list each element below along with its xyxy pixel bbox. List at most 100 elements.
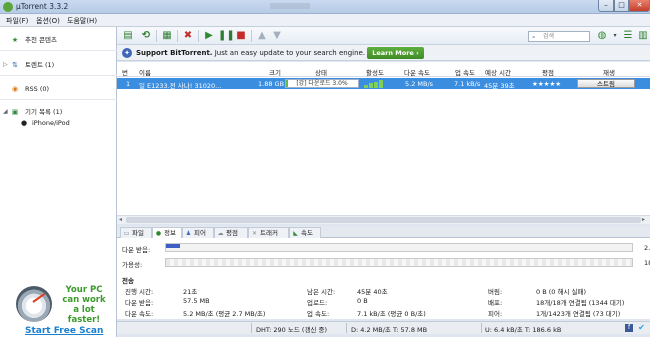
learn-more-button[interactable]: Learn More › bbox=[367, 47, 424, 59]
banner-body: Just an easy update to your search engin… bbox=[212, 49, 366, 57]
scroll-thumb[interactable] bbox=[126, 217, 641, 223]
column-eta[interactable]: 예상 시간 bbox=[485, 67, 511, 77]
column-health[interactable]: 활성도 bbox=[366, 67, 384, 77]
peers-value: 1개/1423개 연결됨 (73 대기) bbox=[536, 310, 621, 318]
torrent-list: 번 이름 크기 상태 활성도 다운 속도 업 속도 예상 시간 평점 재생 1 … bbox=[117, 62, 650, 215]
list-view-icon[interactable]: ☰ bbox=[622, 30, 634, 42]
create-torrent-icon[interactable]: ▦ bbox=[161, 30, 173, 42]
expand-icon[interactable]: ▷ bbox=[3, 59, 8, 71]
scroll-left-icon[interactable]: ◂ bbox=[119, 216, 122, 223]
list-header: 번 이름 크기 상태 활성도 다운 속도 업 속도 예상 시간 평점 재생 bbox=[117, 65, 650, 77]
upload-status[interactable]: U: 6.4 kB/초 T: 186.6 kB bbox=[485, 324, 561, 334]
speed-ad[interactable]: Your PC can work a lot faster! Start Fre… bbox=[8, 257, 112, 337]
column-status[interactable]: 상태 bbox=[315, 67, 327, 77]
column-down-speed[interactable]: 다운 속도 bbox=[404, 67, 430, 77]
start-icon[interactable]: ▶ bbox=[203, 30, 215, 42]
facebook-icon[interactable]: f bbox=[625, 324, 633, 332]
column-up-speed[interactable]: 업 속도 bbox=[455, 67, 475, 77]
divider bbox=[251, 323, 252, 333]
divider bbox=[0, 75, 117, 76]
banner-text: Support BitTorrent. Just an easy update … bbox=[136, 49, 365, 57]
start-free-scan-link[interactable]: Start Free Scan bbox=[25, 326, 103, 336]
divider bbox=[0, 99, 117, 100]
stream-button[interactable]: 스트림 bbox=[577, 79, 635, 88]
ad-line: a lot faster! bbox=[67, 305, 101, 325]
health-bars bbox=[364, 80, 386, 88]
downloaded2-label: 다운 받음: bbox=[125, 299, 154, 307]
sidebar-item-featured[interactable]: ★ 추천 콘텐츠 bbox=[0, 34, 117, 46]
tab-label: 트래커 bbox=[260, 229, 278, 237]
column-name[interactable]: 이름 bbox=[139, 67, 151, 77]
tab-speed[interactable]: ◣ 속도 bbox=[289, 227, 321, 238]
detail-view-icon[interactable]: ▥ bbox=[637, 30, 649, 42]
downloaded-label: 다운 받음: bbox=[122, 246, 151, 254]
column-size[interactable]: 크기 bbox=[269, 67, 281, 77]
dht-status[interactable]: DHT: 290 노드 (갱신 중) bbox=[256, 324, 327, 334]
speed-gauge-icon bbox=[16, 286, 52, 322]
up-speed-value: 7.1 kB/초 (평균 0 B/초) bbox=[357, 310, 426, 318]
sidebar-item-label: 토렌트 (1) bbox=[25, 61, 55, 69]
uploaded-value: 0 B bbox=[357, 297, 368, 305]
sidebar-item-rss[interactable]: ◉ RSS (0) bbox=[0, 83, 117, 95]
sidebar-item-label: 추천 콘텐츠 bbox=[25, 36, 57, 44]
tracker-icon: ✕ bbox=[251, 230, 258, 237]
downloaded2-value: 57.5 MB bbox=[183, 297, 210, 305]
availability-label: 가용성: bbox=[122, 261, 143, 269]
remove-icon[interactable]: ✖ bbox=[182, 30, 194, 42]
sidebar-item-iphone[interactable]: ● iPhone/iPod bbox=[0, 117, 117, 129]
minimize-button[interactable]: – bbox=[598, 0, 614, 12]
apple-icon: ● bbox=[20, 119, 28, 127]
menu-options[interactable]: 옵션(O) bbox=[36, 16, 60, 26]
pause-icon[interactable]: ❚❚ bbox=[218, 30, 235, 42]
column-rating[interactable]: 평점 bbox=[542, 67, 554, 77]
torrents-icon: ⇅ bbox=[12, 61, 18, 69]
tab-info[interactable]: ● 정보 bbox=[152, 227, 182, 238]
toolbar: ▤ ⟲ ▦ ✖ ▶ ❚❚ ■ ▲ ▼ ⌕ 검색 ◍ ▾ ☰ ▥ bbox=[117, 27, 650, 45]
utorrent-logo-icon bbox=[3, 2, 13, 12]
table-row[interactable]: 1 일 E1233.전 사나! 31020... 1.88 GB [강] 다운로… bbox=[117, 78, 650, 90]
move-down-icon[interactable]: ▼ bbox=[271, 30, 283, 42]
search-engine-icon[interactable]: ◍ bbox=[596, 30, 608, 42]
down-speed-value: 5.2 MB/초 (평균 2.7 MB/초) bbox=[183, 310, 266, 318]
add-url-icon[interactable]: ⟲ bbox=[140, 30, 152, 42]
tab-files[interactable]: ▭ 파일 bbox=[120, 227, 152, 238]
rating-stars[interactable]: ★★★★★ bbox=[532, 80, 561, 88]
tab-label: 정보 bbox=[164, 229, 176, 237]
tab-peers[interactable]: ♟ 피어 bbox=[182, 227, 214, 238]
twitter-icon[interactable]: ✔ bbox=[637, 324, 646, 332]
rss-icon: ◉ bbox=[11, 85, 19, 93]
tab-label: 피어 bbox=[194, 229, 206, 237]
move-up-icon[interactable]: ▲ bbox=[256, 30, 268, 42]
search-input[interactable]: ⌕ 검색 bbox=[528, 31, 590, 42]
divider bbox=[481, 323, 482, 333]
divider bbox=[156, 30, 157, 42]
status-bar: DHT: 290 노드 (갱신 중) D: 4.2 MB/초 T: 57.8 M… bbox=[117, 321, 650, 334]
tab-label: 속도 bbox=[301, 229, 313, 237]
download-status[interactable]: D: 4.2 MB/초 T: 57.8 MB bbox=[351, 324, 427, 334]
seeds-label: 배포: bbox=[488, 299, 503, 307]
maximize-button[interactable]: □ bbox=[614, 0, 629, 12]
promo-banner: ✦ Support BitTorrent. Just an easy updat… bbox=[117, 45, 650, 61]
column-play[interactable]: 재생 bbox=[603, 67, 615, 77]
horizontal-scrollbar[interactable]: ◂ ▸ bbox=[117, 215, 650, 224]
add-torrent-icon[interactable]: ▤ bbox=[122, 30, 134, 42]
downloaded-bar bbox=[165, 243, 633, 252]
menu-file[interactable]: 파일(F) bbox=[6, 16, 28, 26]
stop-icon[interactable]: ■ bbox=[235, 30, 247, 42]
peers-label: 피어: bbox=[488, 310, 503, 318]
close-button[interactable]: ✕ bbox=[629, 0, 650, 12]
menu-help[interactable]: 도움말(H) bbox=[67, 16, 97, 26]
row-size: 1.88 GB bbox=[258, 80, 285, 88]
tab-trackers[interactable]: ✕ 트래커 bbox=[248, 227, 289, 238]
column-number[interactable]: 번 bbox=[122, 67, 128, 77]
sidebar-item-label: iPhone/iPod bbox=[32, 119, 70, 127]
blurred-area bbox=[270, 3, 310, 9]
sidebar-item-torrents[interactable]: ▷ ⇅ 토렌트 (1) bbox=[0, 59, 117, 71]
uploaded-label: 업로드: bbox=[307, 299, 328, 307]
ad-line: can work bbox=[62, 295, 106, 305]
scroll-right-icon[interactable]: ▸ bbox=[642, 216, 645, 223]
tab-ratings[interactable]: ☁ 평점 bbox=[214, 227, 248, 238]
health-bar bbox=[364, 84, 368, 88]
dropdown-icon[interactable]: ▾ bbox=[609, 30, 621, 42]
wasted-value: 0 B (0 해시 실패) bbox=[536, 288, 586, 296]
